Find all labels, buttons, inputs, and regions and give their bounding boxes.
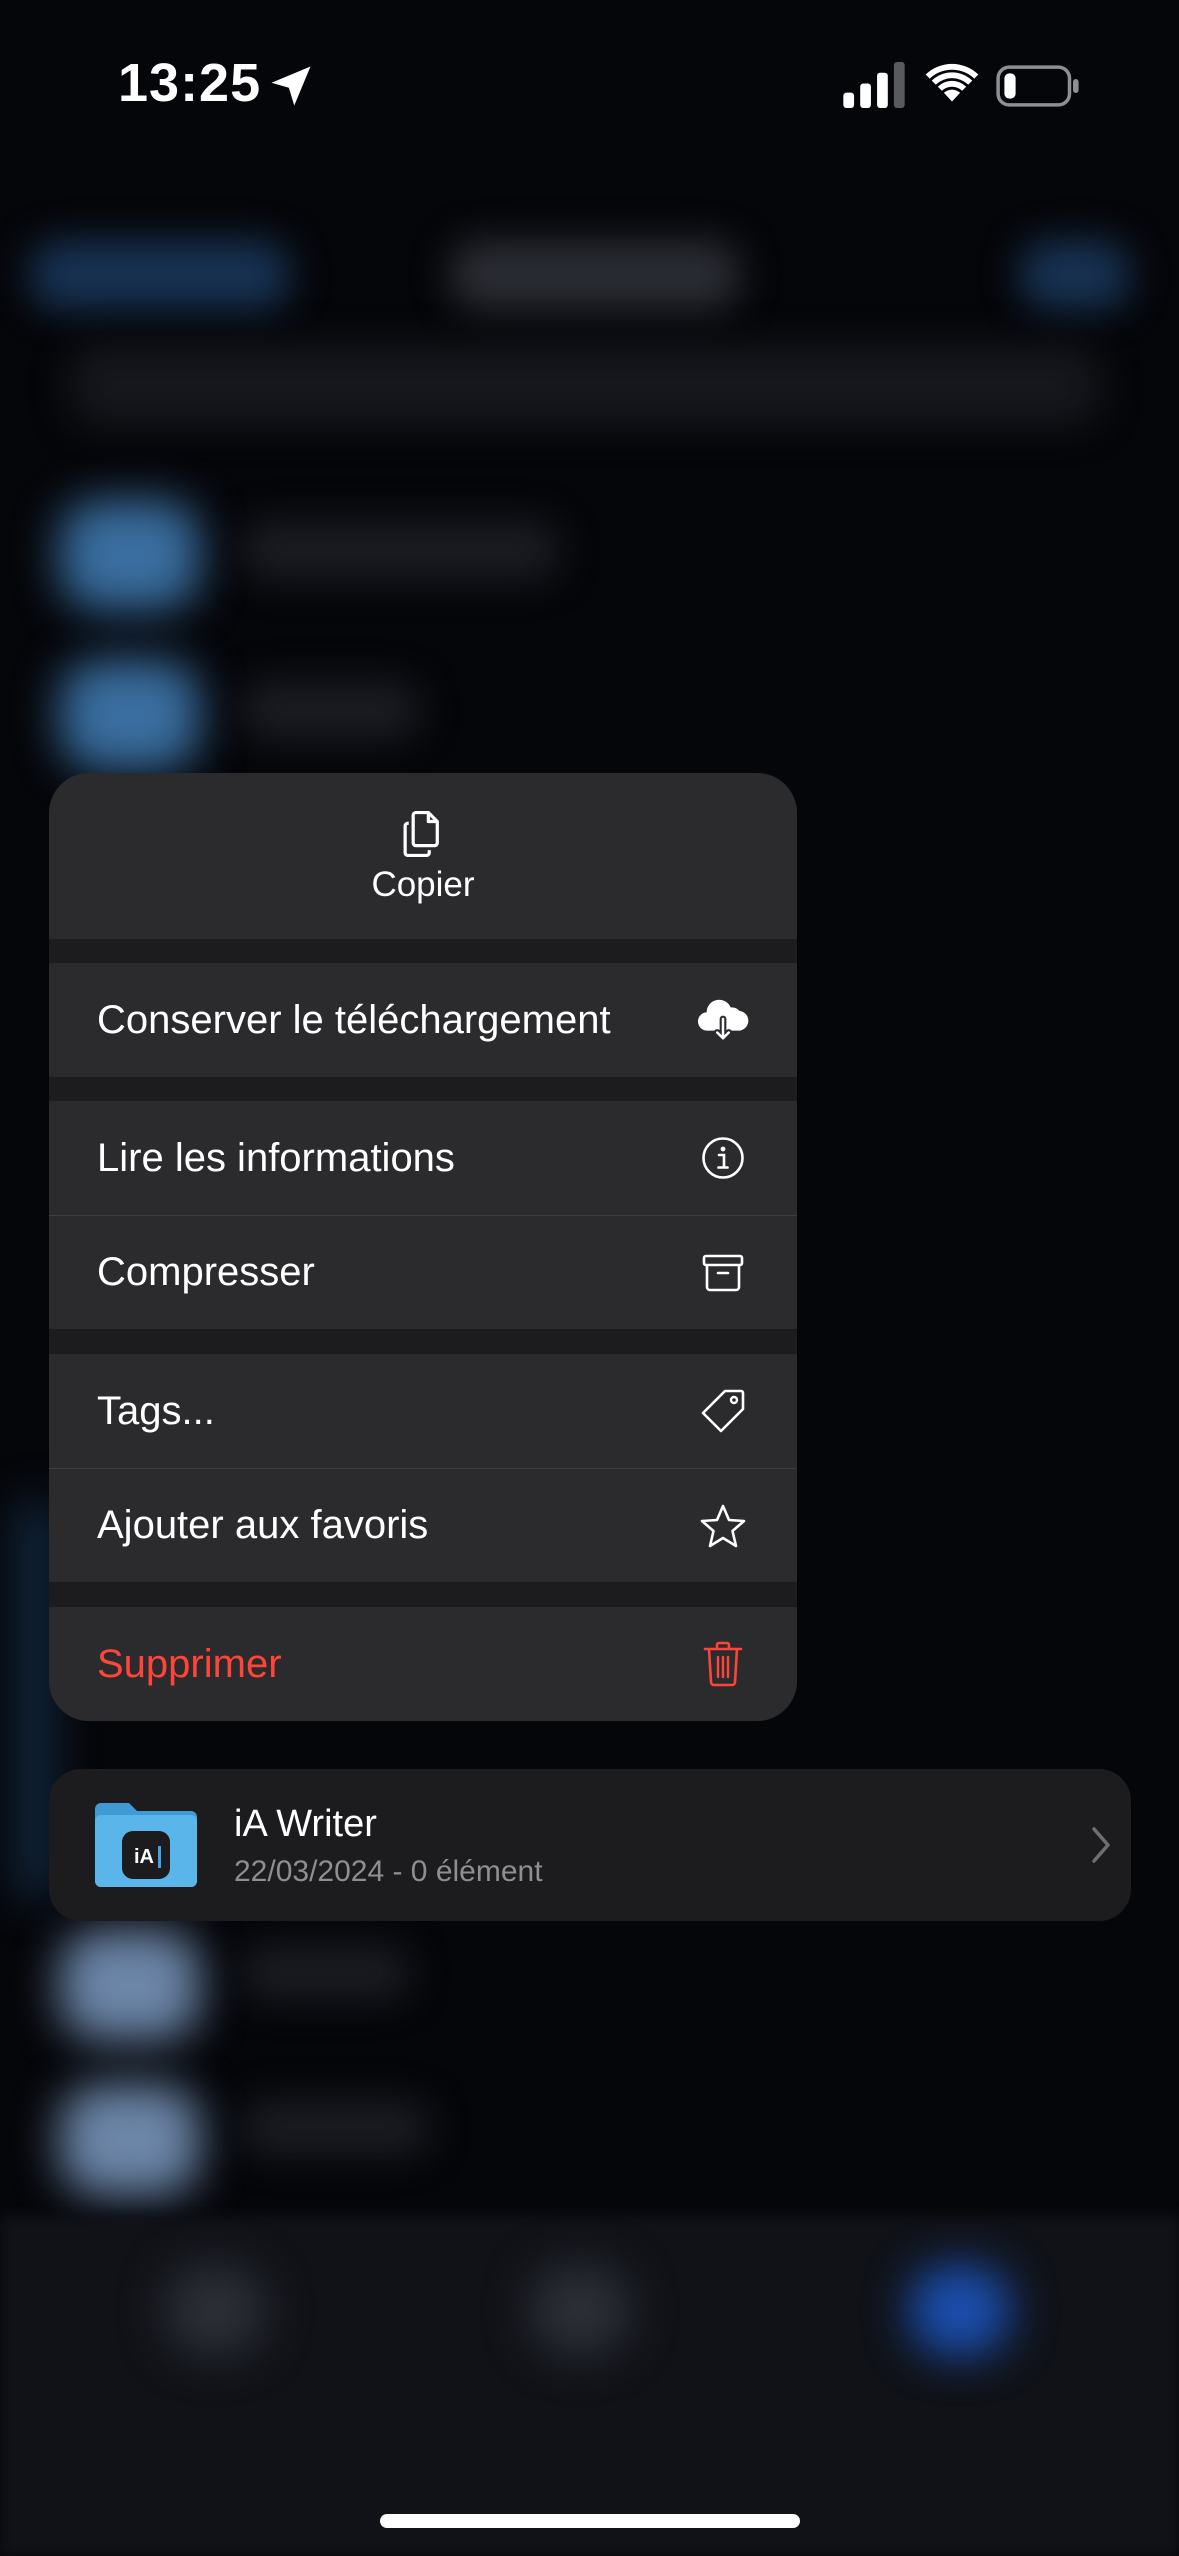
status-bar: 13:25 — [0, 0, 1179, 170]
menu-group-info: Lire les informations Compresser — [49, 1101, 797, 1329]
trash-icon — [697, 1638, 749, 1690]
folder-badge: iA — [134, 1846, 154, 1868]
chevron-right-icon — [1092, 1827, 1110, 1863]
cloud-download-icon — [697, 994, 749, 1046]
tags-item[interactable]: Tags... — [49, 1354, 797, 1468]
info-icon — [697, 1132, 749, 1184]
item-label: Supprimer — [97, 1641, 282, 1686]
folder-icon: iA — [95, 1803, 197, 1887]
keep-download-item[interactable]: Conserver le téléchargement — [49, 963, 797, 1077]
wifi-icon — [925, 63, 979, 102]
folder-meta: 22/03/2024 - 0 élément — [234, 1855, 543, 1888]
archive-box-icon — [697, 1247, 749, 1299]
copy-label: Copier — [371, 865, 475, 904]
compress-item[interactable]: Compresser — [49, 1215, 797, 1329]
item-label: Ajouter aux favoris — [97, 1503, 429, 1547]
tag-icon — [697, 1385, 749, 1437]
cellular-signal-icon — [843, 62, 905, 108]
folder-row-ia-writer[interactable]: iA iA Writer 22/03/2024 - 0 élément — [49, 1769, 1131, 1921]
add-to-favorites-item[interactable]: Ajouter aux favoris — [49, 1468, 797, 1582]
item-label: Tags... — [97, 1388, 215, 1433]
item-label: Lire les informations — [97, 1135, 455, 1180]
copy-documents-icon — [403, 810, 439, 858]
item-label: Compresser — [97, 1250, 315, 1294]
menu-group-tags: Tags... Ajouter aux favoris — [49, 1354, 797, 1582]
folder-name: iA Writer — [234, 1803, 377, 1845]
menu-group-delete: Supprimer — [49, 1607, 797, 1721]
battery-icon — [996, 65, 1079, 107]
status-time: 13:25 — [118, 53, 262, 113]
location-arrow-icon — [271, 66, 311, 106]
copy-button[interactable]: Copier — [49, 773, 797, 939]
delete-item[interactable]: Supprimer — [49, 1607, 797, 1721]
star-icon — [697, 1500, 749, 1552]
menu-group-download: Conserver le téléchargement — [49, 963, 797, 1077]
home-indicator[interactable] — [380, 2514, 800, 2528]
get-info-item[interactable]: Lire les informations — [49, 1101, 797, 1215]
context-menu: Copier Conserver le téléchargement Lire … — [49, 773, 797, 1721]
item-label: Conserver le téléchargement — [97, 997, 611, 1042]
